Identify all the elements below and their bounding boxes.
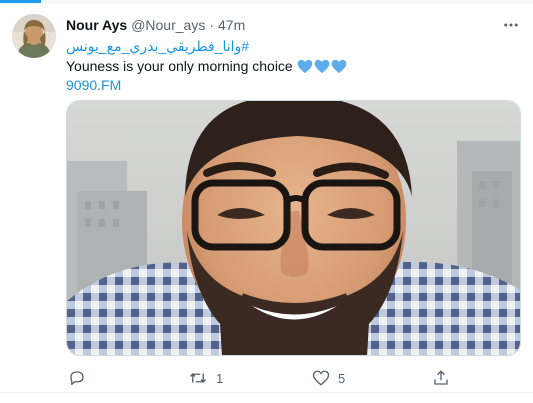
tweet-text-row: Youness is your only morning choice <box>66 56 347 76</box>
tweet-media-photo[interactable] <box>66 100 521 356</box>
separator-dot: · <box>209 17 215 33</box>
heart-icon <box>312 370 330 386</box>
user-avatar[interactable] <box>12 14 56 58</box>
reply-icon <box>70 371 84 386</box>
retweet-icon <box>189 373 207 383</box>
user-avatar-photo-icon <box>12 14 56 58</box>
author-handle[interactable]: @Nour_ays <box>131 15 205 35</box>
tweet-header: Nour Ays @Nour_ays · 47m <box>66 15 521 35</box>
blue-heart-icon <box>314 59 330 73</box>
active-indicator <box>0 0 41 3</box>
reply-button[interactable] <box>68 368 94 388</box>
blue-heart-icon <box>297 59 313 73</box>
retweet-count: 1 <box>216 370 224 386</box>
external-link[interactable]: 9090.FM <box>66 76 121 95</box>
tweet[interactable]: Nour Ays @Nour_ays · 47m #وانا_فطريقي_بد… <box>0 4 533 392</box>
hashtag-link[interactable]: #وانا_فطريقي_بدري_مع_يونس <box>66 37 276 56</box>
author-display-name[interactable]: Nour Ays <box>66 15 127 35</box>
tweet-divider <box>0 392 533 393</box>
retweet-button[interactable]: 1 <box>188 368 223 388</box>
share-button[interactable] <box>432 368 458 388</box>
more-options-button[interactable] <box>501 15 521 35</box>
blue-heart-icon <box>331 59 347 73</box>
tweet-actions: 1 5 <box>66 368 521 388</box>
like-button[interactable]: 5 <box>312 368 345 388</box>
tweet-text: Youness is your only morning choice <box>66 58 293 74</box>
share-icon <box>434 370 448 385</box>
like-count: 5 <box>338 370 346 386</box>
more-horizontal-icon <box>504 23 518 27</box>
tweet-timestamp[interactable]: 47m <box>218 15 245 35</box>
photo-of-smiling-man-with-glasses-icon <box>67 101 520 355</box>
emoji-group <box>297 59 347 74</box>
